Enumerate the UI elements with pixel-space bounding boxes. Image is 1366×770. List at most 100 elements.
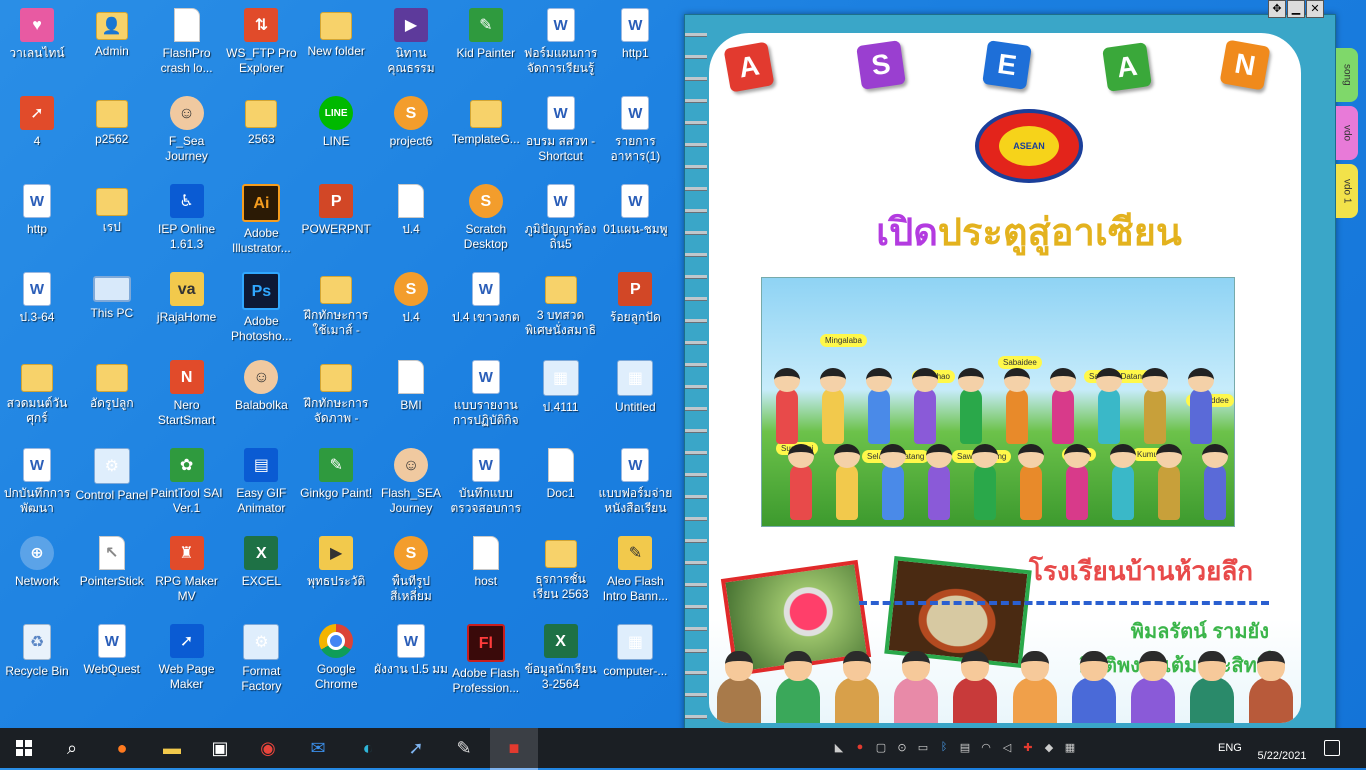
desktop-icon[interactable]: Whttp [0, 178, 74, 264]
desktop-icon[interactable]: ♻ Recycle Bin [0, 618, 74, 704]
desktop-icon[interactable]: Doc1 [524, 442, 598, 528]
desktop-icon[interactable]: BMI [374, 354, 448, 440]
desktop-icon[interactable]: ฝึกทักษะการจัดภาพ - Short... [299, 354, 373, 440]
desktop-icon[interactable]: host [449, 530, 523, 616]
language-indicator[interactable]: ENG [1218, 742, 1242, 754]
tray-icon[interactable]: ◣ [830, 741, 848, 755]
desktop-icon[interactable]: ▦ computer-... [598, 618, 672, 704]
desktop-icon[interactable]: W ปกบันทึกการพัฒนาบุคลากร [0, 442, 74, 528]
desktop-icon[interactable]: W ป.3-64 [0, 266, 74, 352]
taskbar-chrome[interactable]: ◉ [244, 728, 292, 768]
desktop-icon[interactable]: ♿ IEP Online 1.61.3 [150, 178, 224, 264]
desktop-icon[interactable]: S Scratch Desktop [449, 178, 523, 264]
taskbar-asean-app[interactable]: ■ [490, 728, 538, 770]
desktop-icon[interactable]: 👤 Admin [75, 2, 149, 88]
desktop-icon[interactable]: ➚ 4 [0, 90, 74, 176]
tray-icon[interactable]: ▭ [914, 741, 932, 755]
tray-icon[interactable]: ◆ [1040, 741, 1058, 755]
desktop-icon[interactable]: ➚ Web Page Maker [150, 618, 224, 704]
desktop-icon[interactable]: W แบบรายงานการปฏิบัติกิจกรร... [449, 354, 523, 440]
desktop-icon[interactable]: ☺ Balabolka [224, 354, 298, 440]
desktop-icon[interactable]: ⇅ WS_FTP Pro Explorer [224, 2, 298, 88]
desktop-icon[interactable]: W แบบฟอร์มจ่ายหนังสือเรียน ป.3 [598, 442, 672, 528]
taskbar-mail[interactable]: ✉ [294, 728, 342, 768]
desktop-icon[interactable]: Fl Adobe Flash Profession... [449, 618, 523, 704]
desktop-icon[interactable]: ▦ Untitled [598, 354, 672, 440]
taskbar-edge[interactable]: ◐ [344, 728, 392, 768]
tab-vdo[interactable]: vdo [1336, 106, 1358, 160]
desktop-icon[interactable]: 2563 [224, 90, 298, 176]
bluetooth-icon[interactable]: ᛒ [935, 741, 953, 755]
desktop-icon[interactable]: W ป.4 เขาวงกต [449, 266, 523, 352]
desktop-icon[interactable]: W WebQuest [75, 618, 149, 704]
taskbar-firefox[interactable]: ● [98, 728, 146, 768]
tray-icon[interactable]: ✚ [1019, 741, 1037, 755]
desktop-icon[interactable]: Sproject6 [374, 90, 448, 176]
desktop-icon[interactable]: LINE LINE [299, 90, 373, 176]
desktop-icon[interactable]: ธุรการชั้นเรียน 2563 [524, 530, 598, 616]
close-button[interactable]: ✕ [1306, 0, 1324, 18]
search-button[interactable]: ⌕ [48, 728, 96, 768]
tray-icon[interactable]: ⊙ [893, 741, 911, 755]
desktop-icon[interactable]: X EXCEL [224, 530, 298, 616]
tray-icon[interactable]: ● [851, 741, 869, 755]
desktop-icon[interactable]: 3 บทสวดพิเศษนั่งสมาธิ [524, 266, 598, 352]
notification-icon[interactable] [1324, 740, 1340, 756]
desktop-icon[interactable]: ⊕ Network [0, 530, 74, 616]
desktop-icon[interactable]: va jRajaHome [150, 266, 224, 352]
taskbar-store[interactable]: ▣ [196, 728, 244, 768]
desktop-icon[interactable]: ป.4 [374, 178, 448, 264]
desktop-icon[interactable]: ♥ วาเลนไทน์ [0, 2, 74, 88]
desktop-icon[interactable]: W ฟอร์มแผนการจัดการเรียนรู้ [524, 2, 598, 88]
taskbar-file-explorer[interactable]: ▬ [148, 728, 196, 768]
desktop-icon[interactable]: P ร้อยลูกปัด [598, 266, 672, 352]
desktop-icon[interactable]: Ps Adobe Photosho... [224, 266, 298, 352]
desktop-icon[interactable]: ↖ PointerStick [75, 530, 149, 616]
desktop-icon[interactable]: p2562 [75, 90, 149, 176]
wifi-icon[interactable]: ◠ [977, 741, 995, 755]
desktop-icon[interactable]: ⚙ Format Factory [224, 618, 298, 704]
desktop-icon[interactable]: ▶ พุทธประวัติ [299, 530, 373, 616]
desktop-icon[interactable]: เรป [75, 178, 149, 264]
desktop-icon[interactable]: W รายการอาหาร(1) [598, 90, 672, 176]
taskbar-web-page-maker[interactable]: ➚ [392, 728, 440, 768]
desktop-icon[interactable]: ✎ Aleo Flash Intro Bann... [598, 530, 672, 616]
desktop-icon[interactable]: TemplateG... [449, 90, 523, 176]
desktop-icon[interactable]: W 01แผน-ชมพู [598, 178, 672, 264]
desktop-icon[interactable]: S ป.4 [374, 266, 448, 352]
desktop-icon[interactable]: Whttp1 [598, 2, 672, 88]
desktop-icon[interactable]: W อบรม สสวท - Shortcut [524, 90, 598, 176]
desktop-icon[interactable]: Ai Adobe Illustrator... [224, 178, 298, 264]
desktop-icon[interactable]: S พื้นที่รูปสี่เหลี่ยม [374, 530, 448, 616]
desktop-icon[interactable]: FlashPro crash lo... [150, 2, 224, 88]
desktop-icon[interactable]: This PC [75, 266, 149, 352]
desktop-icon[interactable]: Google Chrome [299, 618, 373, 704]
start-button[interactable] [0, 728, 48, 768]
desktop-icon[interactable]: ▦ ป.4111 [524, 354, 598, 440]
clock-date[interactable]: 5/22/2021 [1252, 730, 1312, 766]
move-button[interactable]: ✥ [1268, 0, 1286, 18]
desktop-icon[interactable]: ⚙ Control Panel [75, 442, 149, 528]
desktop-icon[interactable]: W ผังงาน ป.5 มม [374, 618, 448, 704]
desktop-icon[interactable]: N Nero StartSmart [150, 354, 224, 440]
tray-icon[interactable]: ▢ [872, 741, 890, 755]
desktop-icon[interactable]: อัดรูปลูก [75, 354, 149, 440]
tab-vdo-1[interactable]: vdo 1 [1336, 164, 1358, 218]
desktop-icon[interactable]: ▶ นิทานคุณธรรม [374, 2, 448, 88]
desktop-icon[interactable]: ✎ Kid Painter [449, 2, 523, 88]
volume-icon[interactable]: ◁ [998, 741, 1016, 755]
desktop-icon[interactable]: ▤ Easy GIF Animator [224, 442, 298, 528]
desktop-icon[interactable]: W บันทึกแบบตรวจสอบการจัดกร... [449, 442, 523, 528]
desktop-icon[interactable]: P POWERPNT [299, 178, 373, 264]
desktop-icon[interactable]: ฝึกทักษะการใช้เมาส์ - Shor... [299, 266, 373, 352]
desktop-icon[interactable]: สวดมนต์วันศุกร์ [0, 354, 74, 440]
desktop-icon[interactable]: New folder [299, 2, 373, 88]
tray-icon[interactable]: ▤ [956, 741, 974, 755]
tray-icon[interactable]: ▦ [1061, 741, 1079, 755]
desktop-icon[interactable]: ☺ F_Sea Journey [150, 90, 224, 176]
desktop-icon[interactable]: X ข้อมูลนักเรียน 3-2564 [524, 618, 598, 704]
desktop-icon[interactable]: ✎ Ginkgo Paint! [299, 442, 373, 528]
desktop-icon[interactable]: W ภูมิปัญญาท้องถิ่น5 [524, 178, 598, 264]
minimize-button[interactable]: ▁ [1287, 0, 1305, 18]
desktop-icon[interactable]: ♜ RPG Maker MV [150, 530, 224, 616]
